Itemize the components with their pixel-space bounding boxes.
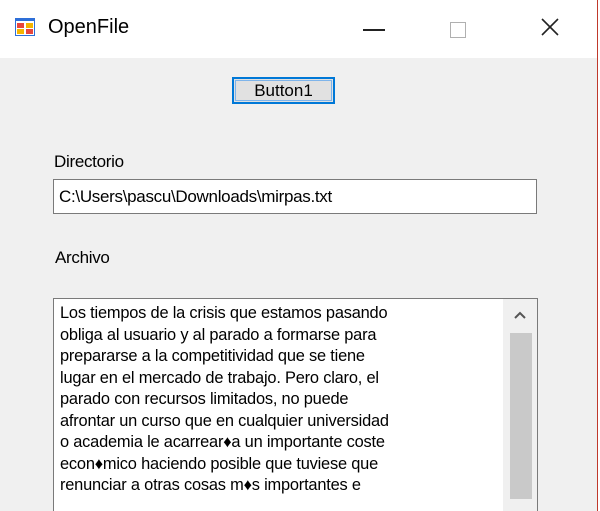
archivo-textarea[interactable]: Los tiempos de la crisis que estamos pas… (53, 298, 538, 511)
window-edge (597, 0, 598, 511)
button1[interactable]: Button1 (232, 77, 335, 104)
button1-label: Button1 (254, 80, 313, 100)
maximize-button[interactable] (428, 0, 488, 58)
directorio-label: Directorio (54, 152, 124, 171)
maximize-icon (450, 22, 466, 38)
scroll-thumb[interactable] (510, 333, 532, 499)
title-bar[interactable]: OpenFile (0, 0, 597, 58)
window-title: OpenFile (48, 16, 130, 38)
openfile-window: OpenFile Button1 Directorio C:\Users\pas… (0, 0, 597, 511)
scroll-up-button[interactable] (503, 299, 537, 333)
archivo-label: Archivo (55, 248, 110, 267)
close-icon (540, 17, 560, 42)
vertical-scrollbar[interactable] (503, 299, 537, 511)
archivo-content: Los tiempos de la crisis que estamos pas… (60, 304, 389, 494)
chevron-up-icon (513, 307, 527, 325)
minimize-button[interactable] (344, 0, 404, 58)
close-button[interactable] (520, 0, 580, 58)
minimize-icon (363, 29, 385, 31)
directorio-input[interactable]: C:\Users\pascu\Downloads\mirpas.txt (53, 179, 537, 214)
windows-form-icon (15, 18, 35, 36)
